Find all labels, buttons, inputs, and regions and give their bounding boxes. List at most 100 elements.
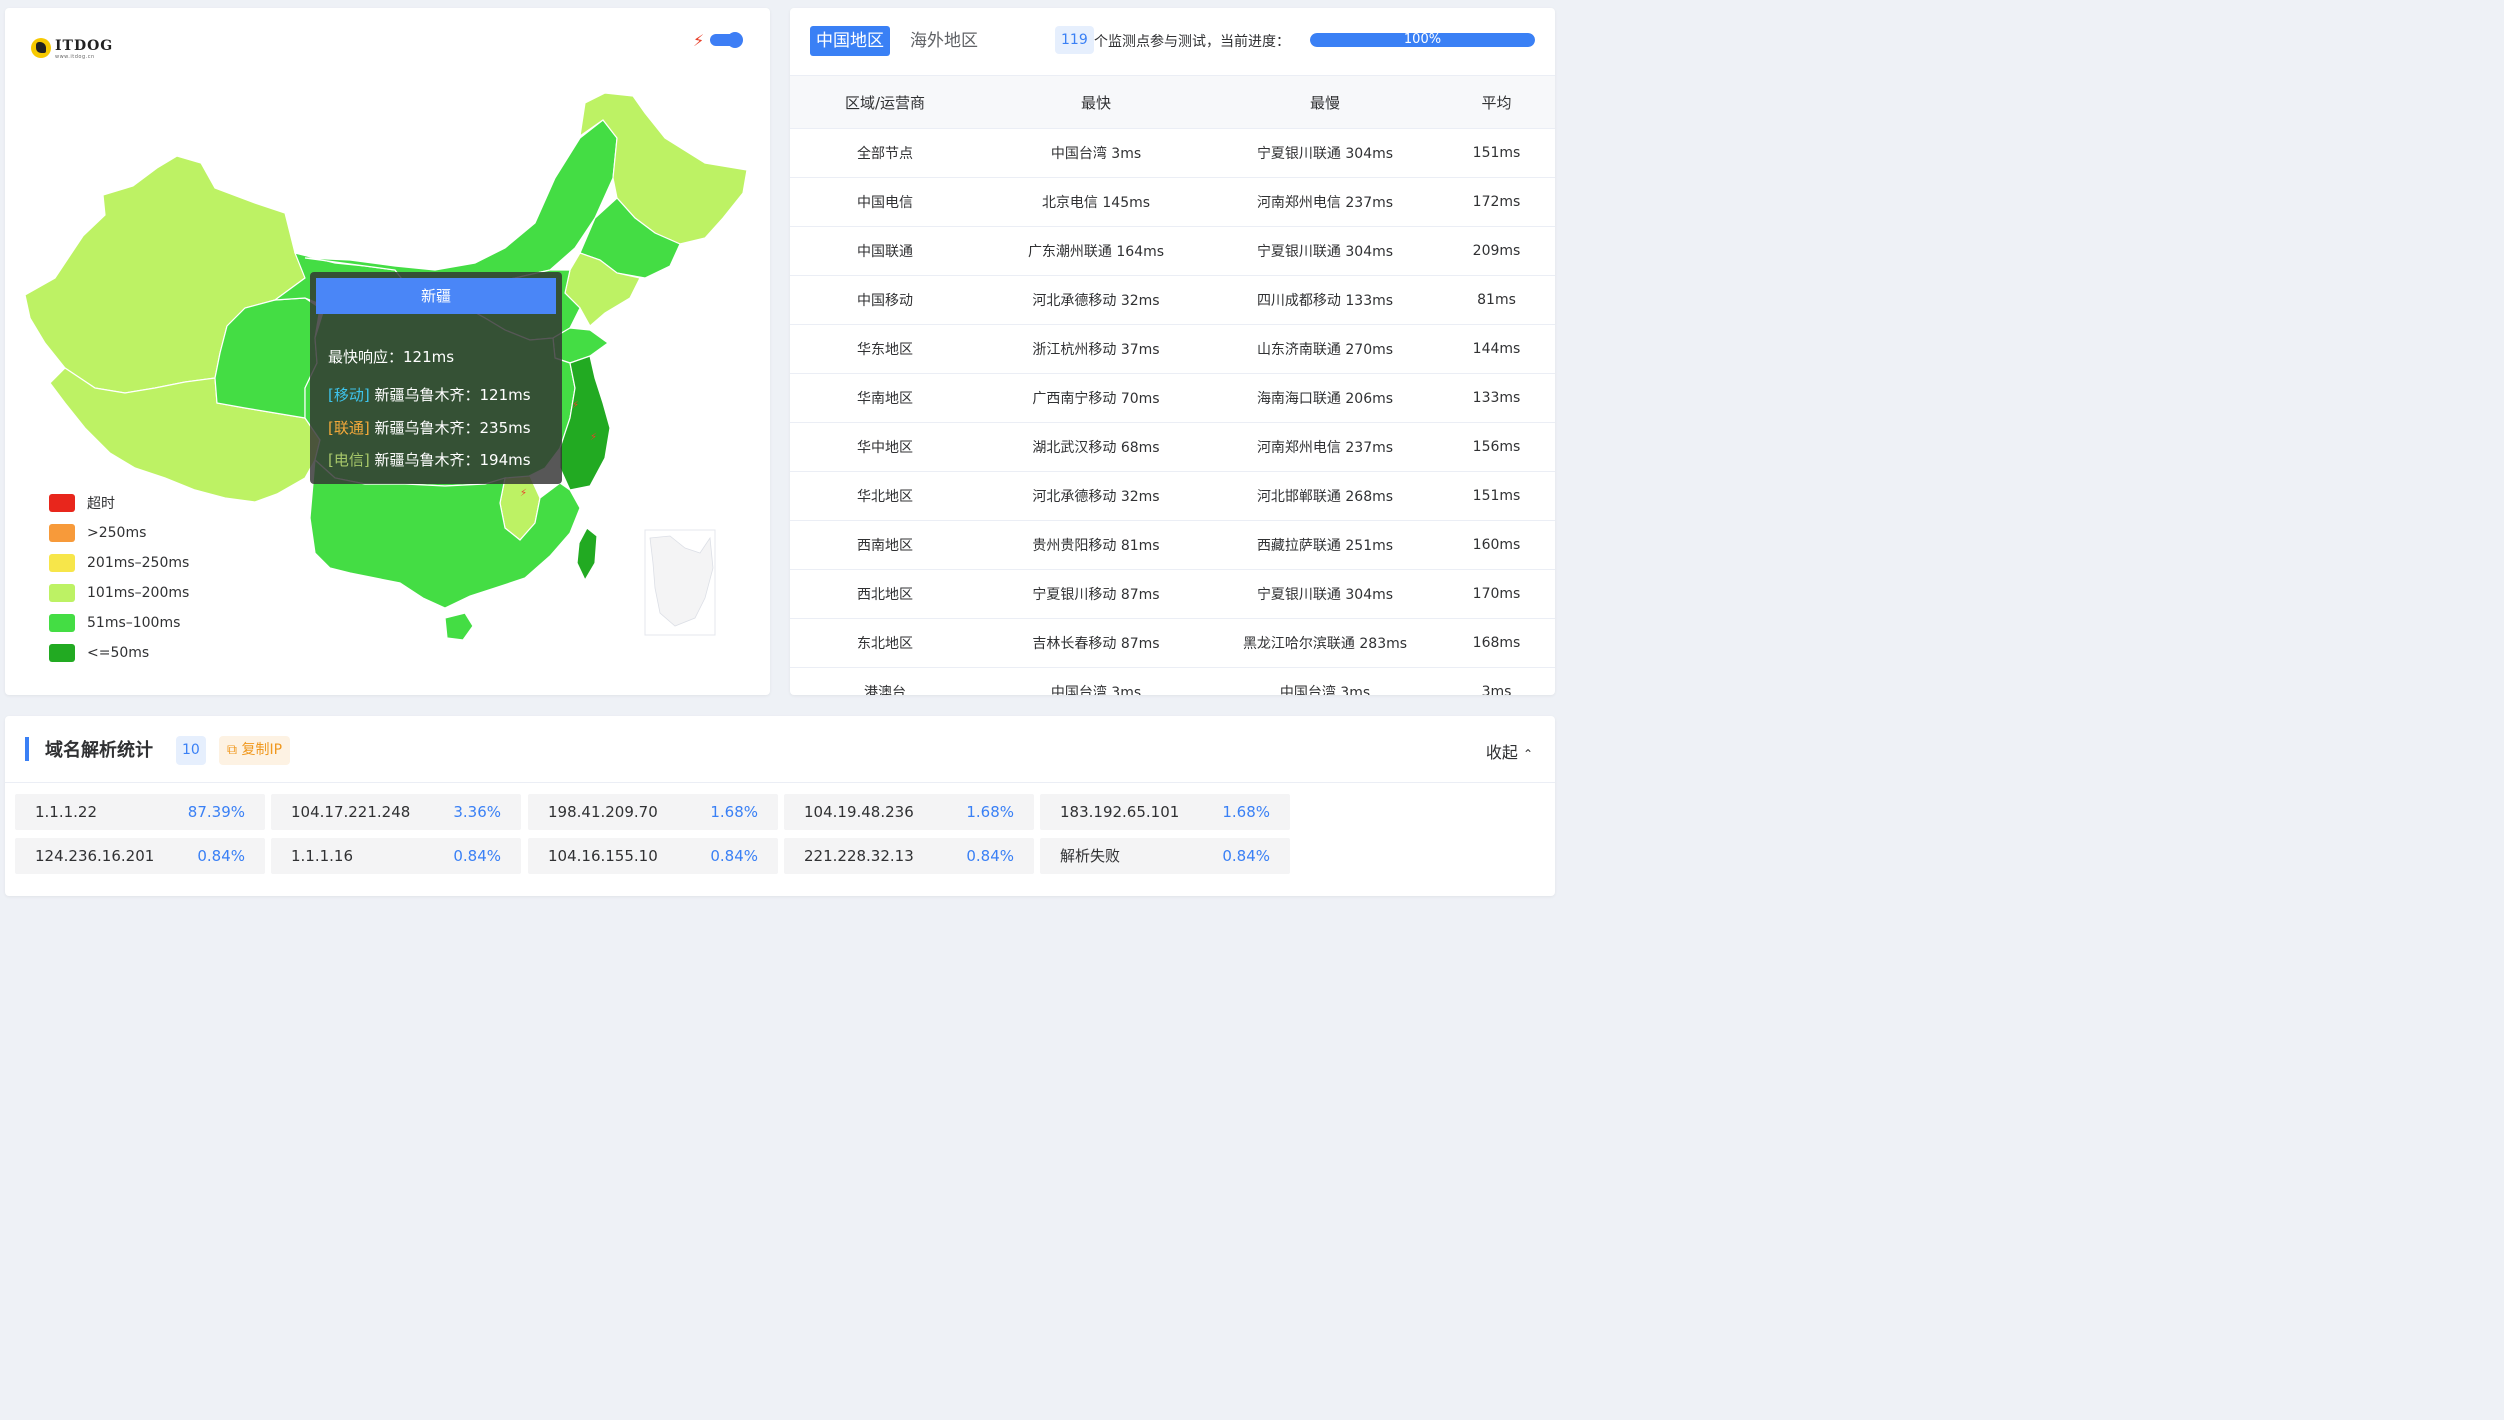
collapse-button[interactable]: 收起 ⌃ <box>1486 739 1533 763</box>
table-row: 港澳台 中国台湾 3ms 中国台湾 3ms 3ms <box>790 667 1555 695</box>
tooltip-title: 新疆 <box>316 278 556 314</box>
legend-label: <=50ms <box>87 645 150 661</box>
ip-percentage: 1.68% <box>966 803 1014 821</box>
table-row: 西北地区 宁夏银川移动 87ms 宁夏银川联通 304ms 170ms <box>790 569 1555 619</box>
stats-card: 中国地区 海外地区 119 个监测点参与测试，当前进度： 100% 区域/运营商… <box>790 8 1555 695</box>
copy-ip-label: 复制IP <box>241 742 283 758</box>
cell-region: 华南地区 <box>790 373 980 423</box>
tooltip-value: 新疆乌鲁木齐：194ms <box>374 451 531 469</box>
cell-average: 3ms <box>1438 667 1555 695</box>
cell-slowest: 宁夏银川联通 304ms <box>1212 128 1438 178</box>
ip-item[interactable]: 198.41.209.70 1.68% <box>528 794 778 830</box>
cell-slowest: 西藏拉萨联通 251ms <box>1212 520 1438 570</box>
cell-region: 华中地区 <box>790 422 980 472</box>
cell-region: 全部节点 <box>790 128 980 178</box>
ip-address: 104.19.48.236 <box>804 803 914 821</box>
ip-percentage: 0.84% <box>966 847 1014 865</box>
ip-item[interactable]: 124.236.16.201 0.84% <box>15 838 265 874</box>
map-region-taiwan[interactable] <box>576 527 598 582</box>
cell-average: 81ms <box>1438 275 1555 325</box>
ip-address: 1.1.1.16 <box>291 847 354 865</box>
dns-section-title: 域名解析统计 <box>45 740 153 761</box>
cell-fastest: 宁夏银川移动 87ms <box>980 569 1212 619</box>
dns-stats-card: 域名解析统计 10 ⧉ 复制IP 收起 ⌃ 1.1.1.22 87.39% 104… <box>5 716 1555 896</box>
ip-percentage: 1.68% <box>710 803 758 821</box>
legend-swatch <box>49 644 75 662</box>
table-row: 华中地区 湖北武汉移动 68ms 河南郑州电信 237ms 156ms <box>790 422 1555 472</box>
column-header[interactable]: 区域/运营商 <box>790 75 980 129</box>
ip-item[interactable]: 221.228.32.13 0.84% <box>784 838 1034 874</box>
cell-average: 133ms <box>1438 373 1555 423</box>
ip-address: 104.16.155.10 <box>548 847 658 865</box>
legend-label: 101ms–200ms <box>87 585 190 601</box>
node-count-badge: 119 <box>1055 26 1094 54</box>
legend-swatch <box>49 524 75 542</box>
cell-average: 160ms <box>1438 520 1555 570</box>
cell-fastest: 北京电信 145ms <box>980 177 1212 227</box>
column-header[interactable]: 最慢 <box>1212 75 1438 129</box>
ip-percentage: 0.84% <box>1222 847 1270 865</box>
cell-slowest: 宁夏银川联通 304ms <box>1212 226 1438 276</box>
cell-average: 151ms <box>1438 471 1555 521</box>
cell-region: 华东地区 <box>790 324 980 374</box>
ip-item[interactable]: 104.16.155.10 0.84% <box>528 838 778 874</box>
legend-item-timeout[interactable]: 超时 <box>49 488 189 518</box>
cell-average: 144ms <box>1438 324 1555 374</box>
chevron-up-icon: ⌃ <box>1522 747 1533 761</box>
cell-slowest: 中国台湾 3ms <box>1212 667 1438 695</box>
node-marker-icon: ⚡ <box>572 400 579 411</box>
table-header-row: 区域/运营商 最快 最慢 平均 <box>790 75 1555 129</box>
table-row: 西南地区 贵州贵阳移动 81ms 西藏拉萨联通 251ms 160ms <box>790 520 1555 570</box>
copy-ip-button[interactable]: ⧉ 复制IP <box>219 736 291 765</box>
legend-label: 201ms–250ms <box>87 555 190 571</box>
ip-item[interactable]: 1.1.1.16 0.84% <box>271 838 521 874</box>
column-header[interactable]: 最快 <box>980 75 1212 129</box>
ip-address: 221.228.32.13 <box>804 847 914 865</box>
section-accent-bar <box>25 737 29 761</box>
tag-unicom: [联通] <box>328 419 370 437</box>
tooltip-line-telecom: [电信] 新疆乌鲁木齐：194ms <box>328 449 531 470</box>
ip-item[interactable]: 1.1.1.22 87.39% <box>15 794 265 830</box>
legend-item-51-100[interactable]: 51ms–100ms <box>49 608 189 638</box>
legend-item-201-250[interactable]: 201ms–250ms <box>49 548 189 578</box>
legend-item-over-250[interactable]: >250ms <box>49 518 189 548</box>
ip-percentage: 87.39% <box>187 803 245 821</box>
cell-region: 中国联通 <box>790 226 980 276</box>
cell-fastest: 中国台湾 3ms <box>980 128 1212 178</box>
tag-mobile: [移动] <box>328 386 370 404</box>
ip-percentage: 0.84% <box>197 847 245 865</box>
tab-china[interactable]: 中国地区 <box>810 26 890 56</box>
tooltip-line-mobile: [移动] 新疆乌鲁木齐：121ms <box>328 384 531 405</box>
node-marker-icon: ⚡ <box>590 432 597 443</box>
cell-region: 中国移动 <box>790 275 980 325</box>
tab-overseas[interactable]: 海外地区 <box>904 26 984 56</box>
ip-item[interactable]: 104.17.221.248 3.36% <box>271 794 521 830</box>
map-region-hainan[interactable] <box>444 612 474 641</box>
tag-telecom: [电信] <box>328 451 370 469</box>
cell-slowest: 黑龙江哈尔滨联通 283ms <box>1212 618 1438 668</box>
cell-fastest: 广西南宁移动 70ms <box>980 373 1212 423</box>
map-region-inner-mongolia[interactable] <box>304 119 618 291</box>
collapse-label: 收起 <box>1485 743 1518 762</box>
ip-item[interactable]: 104.19.48.236 1.68% <box>784 794 1034 830</box>
cell-average: 209ms <box>1438 226 1555 276</box>
legend-item-101-200[interactable]: 101ms–200ms <box>49 578 189 608</box>
ip-address: 104.17.221.248 <box>291 803 411 821</box>
tooltip-line-unicom: [联通] 新疆乌鲁木齐：235ms <box>328 417 531 438</box>
table-row: 东北地区 吉林长春移动 87ms 黑龙江哈尔滨联通 283ms 168ms <box>790 618 1555 668</box>
ip-percentage: 3.36% <box>453 803 501 821</box>
legend-swatch <box>49 584 75 602</box>
column-header[interactable]: 平均 <box>1438 75 1555 129</box>
cell-region: 东北地区 <box>790 618 980 668</box>
ip-item[interactable]: 解析失败 0.84% <box>1040 838 1290 874</box>
ip-item[interactable]: 183.192.65.101 1.68% <box>1040 794 1290 830</box>
table-row: 全部节点 中国台湾 3ms 宁夏银川联通 304ms 151ms <box>790 128 1555 178</box>
ip-address: 183.192.65.101 <box>1060 803 1180 821</box>
legend-item-under-50[interactable]: <=50ms <box>49 638 189 668</box>
cell-slowest: 宁夏银川联通 304ms <box>1212 569 1438 619</box>
map-card: ITDOG www.itdog.cn ⚡ ⚡ ⚡ ⚡ 超时 >250ms 201… <box>5 8 770 695</box>
legend-swatch <box>49 554 75 572</box>
progress-label: 100% <box>1403 33 1442 47</box>
cell-fastest: 吉林长春移动 87ms <box>980 618 1212 668</box>
cell-slowest: 河南郑州电信 237ms <box>1212 177 1438 227</box>
